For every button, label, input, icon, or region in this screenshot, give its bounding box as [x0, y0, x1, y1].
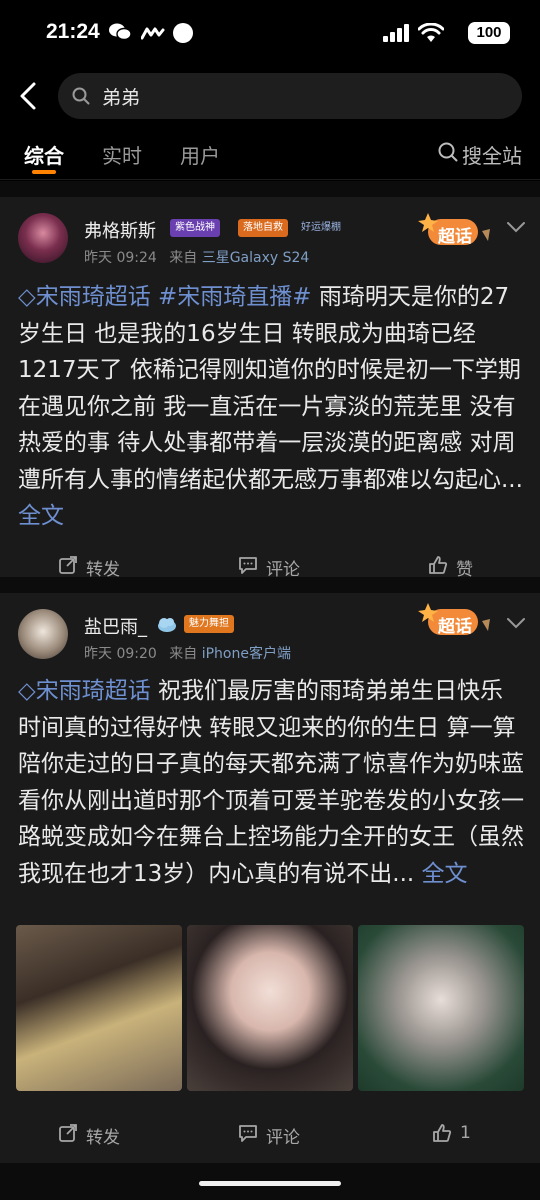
dot-icon [173, 23, 193, 43]
tab-realtime[interactable]: 实时 [102, 140, 142, 169]
user-badge: 落地自救 [238, 219, 288, 237]
post-content: 雨琦明天是你的27岁生日 也是我的16岁生日 转眼成为曲琦已经1217天了 依稀… [18, 284, 523, 493]
back-icon[interactable] [14, 78, 46, 114]
username[interactable]: 弗格斯斯 [84, 217, 156, 243]
chaohua-badge[interactable]: 超话 [416, 209, 494, 253]
search-icon [72, 87, 90, 105]
search-whole-site-label: 搜全站 [462, 144, 522, 168]
post-image[interactable] [187, 925, 353, 1091]
home-indicator[interactable] [199, 1181, 341, 1186]
source-prefix: 来自 [169, 250, 198, 266]
post-card[interactable]: 盐巴雨_ 魅力舞担 昨天 09:20 来自 iPhone客户端 超话 ◇宋雨琦超… [0, 593, 540, 1163]
like-label: 赞 [456, 560, 473, 580]
user-badge: 好运爆棚 [301, 222, 341, 233]
post-meta: 昨天 09:20 来自 iPhone客户端 [84, 643, 291, 663]
user-badge: 紫色战神 [170, 219, 220, 237]
signal-icon [383, 24, 409, 42]
post-image[interactable] [358, 925, 524, 1091]
topic-link[interactable]: #宋雨琦直播# [158, 284, 312, 310]
avatar[interactable] [18, 609, 68, 659]
repost-button[interactable]: 转发 [59, 555, 120, 580]
like-count: 1 [460, 1123, 471, 1143]
user-badge: 魅力舞担 [184, 615, 234, 633]
search-whole-site-button[interactable]: 搜全站 [438, 140, 522, 169]
post-source[interactable]: 三星Galaxy S24 [202, 250, 310, 266]
search-input[interactable]: 弟弟 [58, 73, 522, 119]
post-images [16, 925, 524, 1091]
post-text[interactable]: ◇宋雨琦超话 #宋雨琦直播# 雨琦明天是你的27岁生日 也是我的16岁生日 转眼… [18, 279, 524, 535]
like-button[interactable]: 1 [433, 1123, 471, 1143]
post-actions: 转发 评论 1 [0, 1107, 540, 1163]
source-prefix: 来自 [169, 646, 198, 662]
post-content: 祝我们最厉害的雨琦弟弟生日快乐时间真的过得好快 转眼又迎来的你的生日 算一算陪你… [18, 678, 524, 887]
chevron-down-icon[interactable] [506, 221, 526, 233]
topic-link[interactable]: ◇宋雨琦超话 [18, 284, 151, 310]
post-text[interactable]: ◇宋雨琦超话 祝我们最厉害的雨琦弟弟生日快乐时间真的过得好快 转眼又迎来的你的生… [18, 673, 524, 892]
read-more-link[interactable]: 全文 [18, 503, 64, 529]
search-header: 弟弟 [0, 66, 540, 126]
username[interactable]: 盐巴雨_ [84, 613, 147, 639]
comment-label: 评论 [266, 560, 300, 580]
tab-users[interactable]: 用户 [180, 140, 220, 169]
app-notification-icon [141, 27, 165, 40]
post-image[interactable] [16, 925, 182, 1091]
repost-button[interactable]: 转发 [59, 1123, 120, 1148]
active-tab-indicator [32, 170, 56, 174]
avatar[interactable] [18, 213, 68, 263]
comment-icon [239, 557, 257, 574]
comment-icon [239, 1125, 257, 1142]
thumbs-up-icon [429, 556, 448, 574]
comment-button[interactable]: 评论 [239, 555, 300, 580]
post-time: 昨天 09:24 [84, 250, 157, 266]
feed: 弗格斯斯 紫色战神 落地自救 好运爆棚 昨天 09:24 来自 三星Galaxy… [0, 181, 540, 1200]
wifi-icon [418, 23, 444, 42]
comment-button[interactable]: 评论 [239, 1123, 300, 1148]
thumbs-up-icon [433, 1124, 452, 1142]
wechat-icon [109, 23, 132, 41]
chevron-down-icon[interactable] [506, 617, 526, 629]
post-source[interactable]: iPhone客户端 [202, 646, 291, 662]
status-bar: 21:24 100 [0, 0, 540, 66]
post-time: 昨天 09:20 [84, 646, 157, 662]
like-button[interactable]: 赞 [429, 555, 473, 580]
search-icon [438, 142, 458, 162]
comment-label: 评论 [266, 1128, 300, 1148]
post-actions: 转发 评论 赞 [0, 539, 540, 595]
post-card[interactable]: 弗格斯斯 紫色战神 落地自救 好运爆棚 昨天 09:24 来自 三星Galaxy… [0, 197, 540, 580]
chaohua-label: 超话 [438, 617, 472, 637]
cloud-badge-icon [158, 618, 176, 632]
chaohua-badge[interactable]: 超话 [416, 599, 494, 643]
chaohua-label: 超话 [438, 227, 472, 247]
repost-icon [59, 1124, 77, 1142]
repost-label: 转发 [86, 560, 120, 580]
repost-label: 转发 [86, 1128, 120, 1148]
battery-indicator: 100 [468, 22, 510, 44]
read-more-link[interactable]: 全文 [422, 861, 468, 887]
status-time: 21:24 [46, 20, 100, 43]
repost-icon [59, 556, 77, 574]
post-meta: 昨天 09:24 来自 三星Galaxy S24 [84, 247, 309, 267]
search-tabs: 综合 实时 用户 搜全站 [0, 126, 540, 180]
topic-link[interactable]: ◇宋雨琦超话 [18, 678, 151, 704]
search-query: 弟弟 [102, 87, 141, 109]
tab-comprehensive[interactable]: 综合 [24, 140, 64, 169]
